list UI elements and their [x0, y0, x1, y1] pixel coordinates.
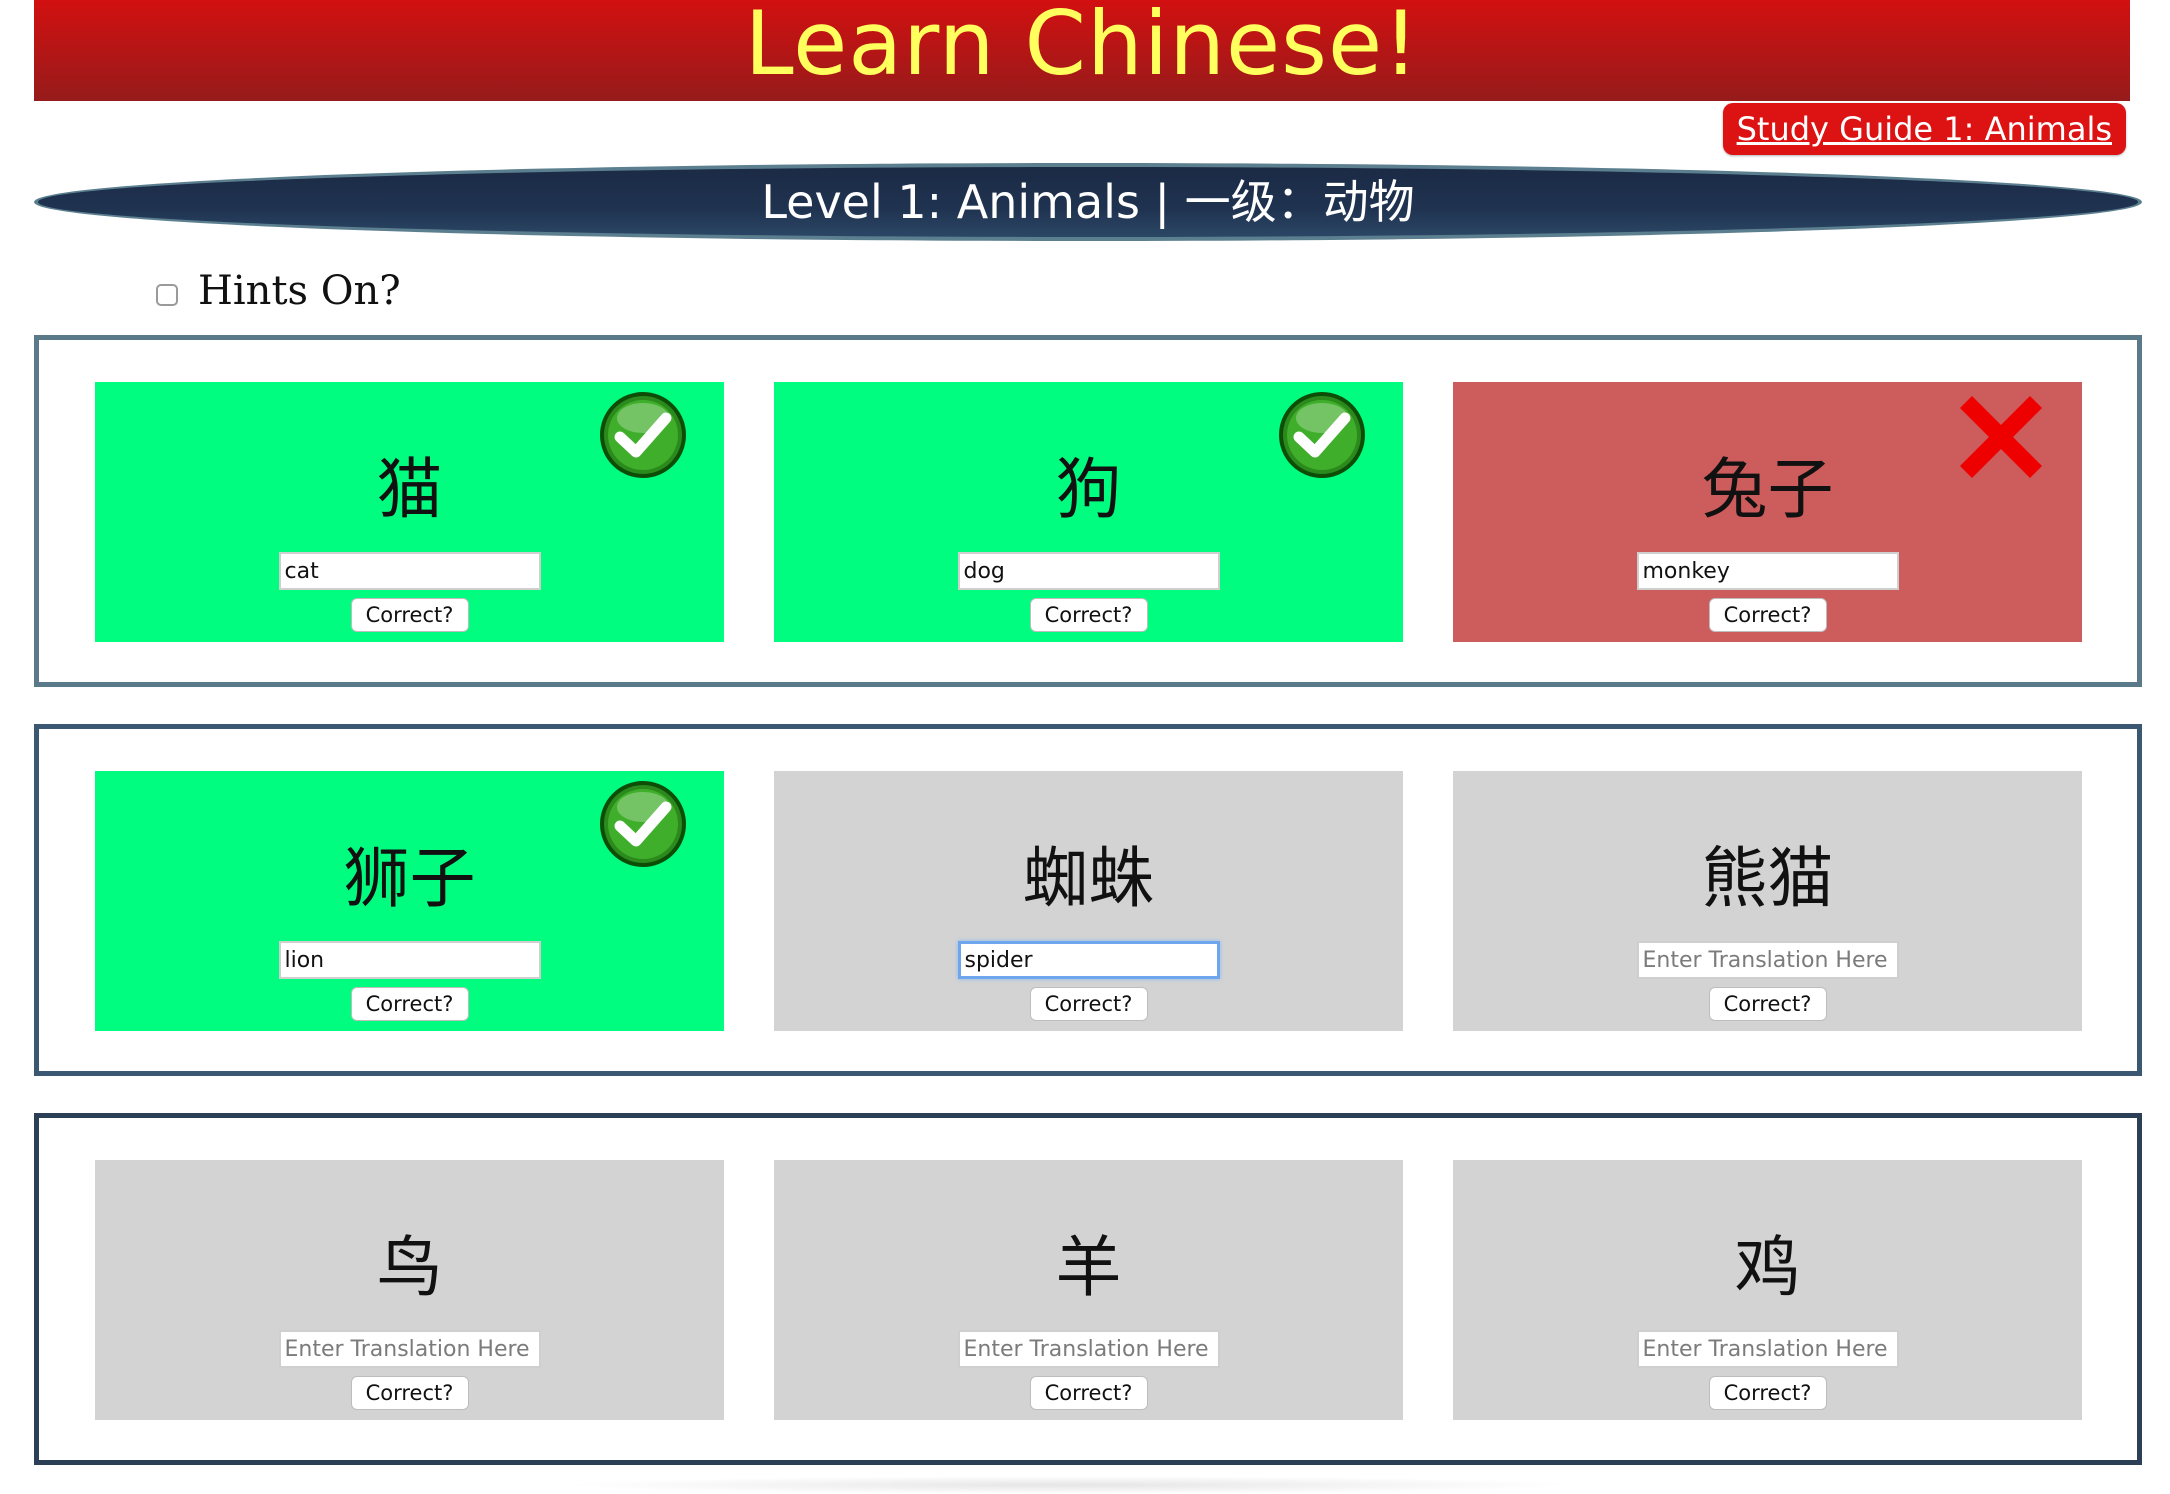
translation-input[interactable] — [957, 1330, 1220, 1368]
level-banner: Level 1: Animals | 一级：动物 — [34, 163, 2142, 241]
flashcard-row: 猫 Correct? 狗 Correct? 兔子 Correct? — [34, 335, 2142, 687]
check-answer-button[interactable]: Correct? — [350, 987, 469, 1021]
translation-input[interactable] — [957, 941, 1220, 979]
translation-input[interactable] — [278, 941, 541, 979]
flashcard: 狮子 Correct? — [95, 771, 724, 1031]
translation-input[interactable] — [1636, 941, 1899, 979]
translation-input[interactable] — [278, 552, 541, 590]
flashcard: 熊猫 Correct? — [1453, 771, 2082, 1031]
check-answer-button[interactable]: Correct? — [350, 1376, 469, 1410]
flashcard: 猫 Correct? — [95, 382, 724, 642]
check-answer-button[interactable]: Correct? — [1029, 598, 1148, 632]
hints-checkbox[interactable] — [156, 284, 178, 306]
check-answer-button[interactable]: Correct? — [350, 598, 469, 632]
chinese-word: 狮子 — [343, 840, 476, 917]
chinese-word: 熊猫 — [1701, 840, 1834, 917]
flashcard-row: 鸟 Correct? 羊 Correct? 鸡 Correct? — [34, 1113, 2142, 1465]
page-bottom-shadow — [560, 1476, 1580, 1494]
flashcard: 蜘蛛 Correct? — [774, 771, 1403, 1031]
flashcard-row: 狮子 Correct? 蜘蛛 Correct? 熊猫 Correct? — [34, 724, 2142, 1076]
hints-toggle[interactable]: Hints On? — [156, 266, 401, 316]
translation-input[interactable] — [278, 1330, 541, 1368]
chinese-word: 猫 — [376, 451, 443, 528]
chinese-word: 羊 — [1055, 1229, 1122, 1306]
check-answer-button[interactable]: Correct? — [1708, 598, 1827, 632]
flashcard: 狗 Correct? — [774, 382, 1403, 642]
flashcard: 鸡 Correct? — [1453, 1160, 2082, 1420]
chinese-word: 兔子 — [1701, 451, 1834, 528]
chinese-word: 鸟 — [376, 1229, 443, 1306]
translation-input[interactable] — [957, 552, 1220, 590]
check-answer-button[interactable]: Correct? — [1029, 987, 1148, 1021]
translation-input[interactable] — [1636, 1330, 1899, 1368]
flashcard: 鸟 Correct? — [95, 1160, 724, 1420]
translation-input[interactable] — [1636, 552, 1899, 590]
hints-label: Hints On? — [198, 268, 401, 314]
page-title: Learn Chinese! — [744, 0, 1420, 95]
flashcard: 羊 Correct? — [774, 1160, 1403, 1420]
check-answer-button[interactable]: Correct? — [1708, 987, 1827, 1021]
check-answer-button[interactable]: Correct? — [1708, 1376, 1827, 1410]
chinese-word: 狗 — [1055, 451, 1122, 528]
page-header: Learn Chinese! — [34, 0, 2130, 101]
check-answer-button[interactable]: Correct? — [1029, 1376, 1148, 1410]
chinese-word: 蜘蛛 — [1022, 840, 1155, 917]
flashcard: 兔子 Correct? — [1453, 382, 2082, 642]
chinese-word: 鸡 — [1734, 1229, 1801, 1306]
study-guide-link[interactable]: Study Guide 1: Animals — [1722, 103, 2126, 155]
